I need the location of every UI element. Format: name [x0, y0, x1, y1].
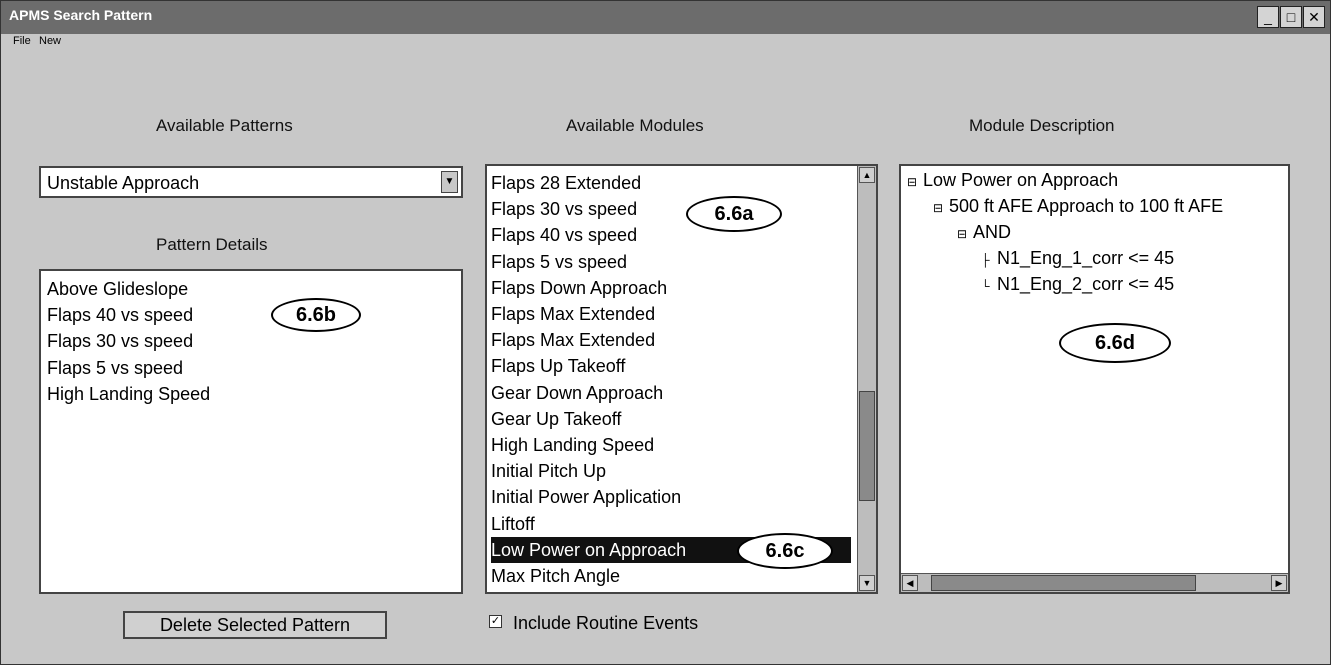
tree-node[interactable]: ⊟ Low Power on Approach	[907, 170, 1118, 191]
scrollbar-thumb[interactable]	[931, 575, 1196, 591]
menu-bar: File New	[1, 35, 1330, 53]
patterns-dropdown-value: Unstable Approach	[47, 173, 200, 193]
module-description-heading: Module Description	[969, 116, 1115, 135]
list-item[interactable]: High Landing Speed	[47, 381, 210, 407]
scrollbar-thumb[interactable]	[859, 391, 875, 501]
list-item[interactable]: Flaps 40 vs speed	[47, 302, 210, 328]
list-item[interactable]: Flaps 5 vs speed	[47, 355, 210, 381]
list-item[interactable]: Gear Down Approach	[491, 380, 851, 406]
available-patterns-heading: Available Patterns	[156, 116, 293, 135]
app-window: APMS Search Pattern _ □ ✕ File New Avail…	[0, 0, 1331, 665]
patterns-dropdown[interactable]: Unstable Approach ▼	[39, 166, 463, 198]
collapse-icon[interactable]: ⊟	[907, 175, 923, 189]
scroll-right-icon[interactable]: ▶	[1271, 575, 1287, 591]
list-item[interactable]: Flaps Max Extended	[491, 327, 851, 353]
menu-file[interactable]: File	[13, 35, 31, 47]
close-button[interactable]: ✕	[1303, 6, 1325, 28]
modules-scrollbar[interactable]: ▲ ▼	[857, 166, 876, 592]
scroll-left-icon[interactable]: ◀	[902, 575, 918, 591]
tree-node-label: 500 ft AFE Approach to 100 ft AFE	[949, 196, 1224, 216]
list-item[interactable]: Flaps Up Takeoff	[491, 353, 851, 379]
menu-new[interactable]: New	[39, 35, 61, 47]
list-item[interactable]: Flaps Max Extended	[491, 301, 851, 327]
annotation-label: 6.6c	[737, 533, 833, 569]
collapse-icon[interactable]: ⊟	[933, 201, 949, 215]
scroll-up-icon[interactable]: ▲	[859, 167, 875, 183]
list-item[interactable]: Flaps 40 vs speed	[491, 222, 851, 248]
description-hscrollbar[interactable]: ◀ ▶	[901, 573, 1288, 592]
dropdown-arrow-icon[interactable]: ▼	[441, 171, 458, 193]
tree-node-label: AND	[973, 222, 1012, 242]
module-description-tree: ⊟ Low Power on Approach ⊟ 500 ft AFE Appro…	[899, 164, 1290, 594]
tree-node-label: N1_Eng_1_corr <= 45	[997, 248, 1175, 268]
delete-selected-pattern-button[interactable]: Delete Selected Pattern	[123, 611, 387, 639]
available-modules-heading: Available Modules	[566, 116, 704, 135]
tree-node[interactable]: ├ N1_Eng_1_corr <= 45	[981, 248, 1174, 269]
list-item[interactable]: Above Glideslope	[47, 276, 210, 302]
include-routine-events-label: Include Routine Events	[513, 613, 699, 633]
list-item[interactable]: Flaps 30 vs speed	[47, 328, 210, 354]
annotation-label: 6.6b	[271, 298, 361, 332]
pattern-details-heading: Pattern Details	[156, 235, 268, 254]
tree-node[interactable]: ⊟ AND	[957, 222, 1011, 243]
collapse-icon[interactable]: ⊟	[957, 227, 973, 241]
list-item[interactable]: Flaps 30 vs speed	[491, 196, 851, 222]
list-item[interactable]: Gear Up Takeoff	[491, 406, 851, 432]
tree-node[interactable]: └ N1_Eng_2_corr <= 45	[981, 274, 1174, 295]
pattern-details-list[interactable]: Above Glideslope Flaps 40 vs speed Flaps…	[39, 269, 463, 594]
include-routine-events-checkbox[interactable]: ✓	[489, 615, 502, 628]
modules-list[interactable]: Flaps 28 Extended Flaps 30 vs speed Flap…	[485, 164, 878, 594]
list-item[interactable]: Initial Power Application	[491, 484, 851, 510]
list-item[interactable]: Initial Pitch Up	[491, 458, 851, 484]
list-item[interactable]: Flaps 28 Extended	[491, 170, 851, 196]
tree-node[interactable]: ⊟ 500 ft AFE Approach to 100 ft AFE	[933, 196, 1223, 217]
minimize-button[interactable]: _	[1257, 6, 1279, 28]
scroll-down-icon[interactable]: ▼	[859, 575, 875, 591]
maximize-button[interactable]: □	[1280, 6, 1302, 28]
list-item[interactable]: Flaps Down Approach	[491, 275, 851, 301]
annotation-label: 6.6a	[686, 196, 782, 232]
annotation-label: 6.6d	[1059, 323, 1171, 363]
tree-node-label: Low Power on Approach	[923, 170, 1119, 190]
title-bar: APMS Search Pattern _ □ ✕	[1, 1, 1330, 34]
tree-node-label: N1_Eng_2_corr <= 45	[997, 274, 1175, 294]
list-item[interactable]: Flaps 5 vs speed	[491, 249, 851, 275]
window-title: APMS Search Pattern	[9, 7, 153, 23]
list-item[interactable]: High Landing Speed	[491, 432, 851, 458]
